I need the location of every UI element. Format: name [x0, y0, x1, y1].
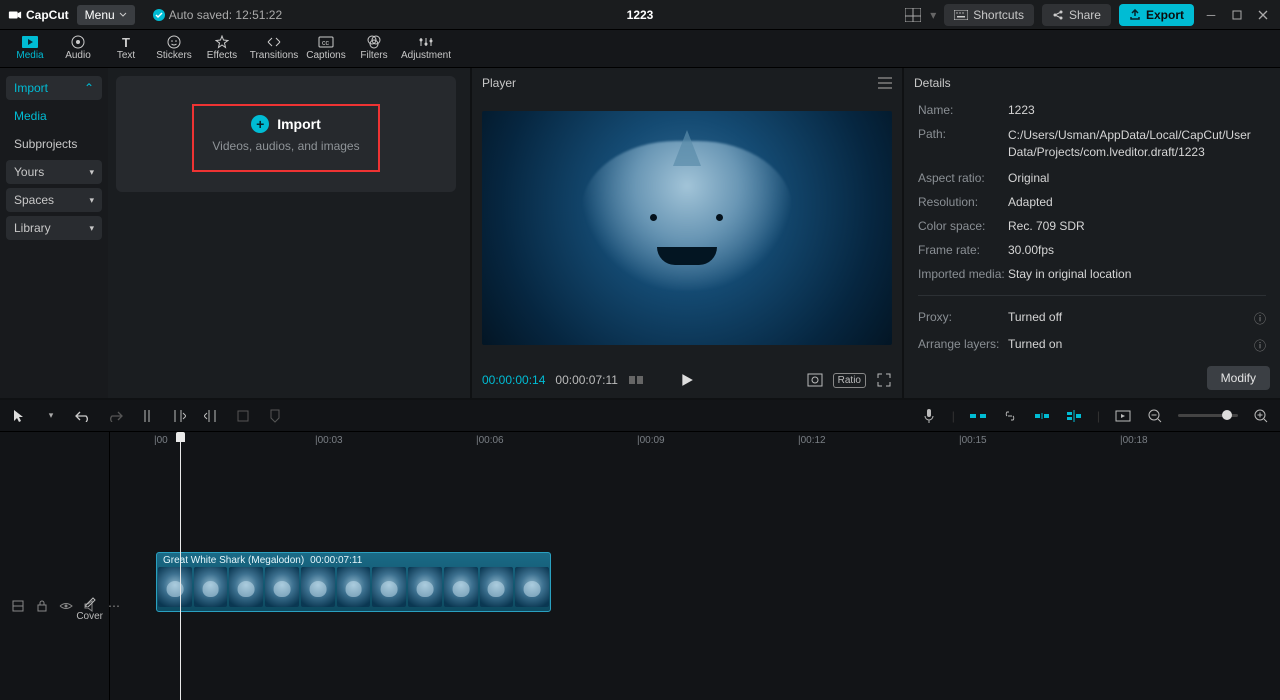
video-clip[interactable]: Great White Shark (Megalodon) 00:00:07:11: [156, 552, 551, 612]
tab-adjustment[interactable]: Adjustment: [398, 29, 454, 67]
info-icon[interactable]: ⓘ: [1254, 310, 1266, 327]
player-menu-icon[interactable]: [878, 77, 892, 89]
chevron-up-icon: ⌃: [84, 81, 94, 95]
clip-name: Great White Shark (Megalodon): [163, 555, 304, 566]
player-title: Player: [482, 76, 516, 90]
pointer-tool[interactable]: [10, 407, 28, 425]
tab-media[interactable]: Media: [6, 29, 54, 67]
timecode-duration: 00:00:07:11: [555, 373, 618, 387]
chevron-down-icon[interactable]: ▾: [42, 407, 60, 425]
pencil-icon[interactable]: [82, 593, 98, 609]
marker-tool: [266, 407, 284, 425]
export-button[interactable]: Export: [1119, 4, 1194, 26]
app-logo: CapCut: [8, 8, 69, 22]
link-icon[interactable]: [1001, 407, 1019, 425]
menu-button[interactable]: Menu: [77, 5, 135, 25]
minimize-button[interactable]: ─: [1202, 6, 1220, 24]
video-preview[interactable]: [482, 111, 892, 345]
chevron-down-icon: ▾: [89, 223, 94, 234]
lock-icon[interactable]: [34, 598, 50, 614]
detail-resolution: Adapted: [1008, 195, 1266, 209]
svg-text:cc: cc: [322, 40, 330, 47]
share-button[interactable]: Share: [1042, 4, 1111, 26]
detail-path: C:/Users/Usman/AppData/Local/CapCut/User…: [1008, 127, 1266, 161]
zoom-slider[interactable]: [1178, 414, 1238, 417]
detail-name: 1223: [1008, 103, 1266, 117]
magnet-icon[interactable]: [1033, 407, 1051, 425]
tab-stickers[interactable]: Stickers: [150, 29, 198, 67]
ratio-button[interactable]: Ratio: [833, 373, 866, 388]
details-panel: Details Name:1223 Path:C:/Users/Usman/Ap…: [904, 68, 1280, 400]
player-panel: Player 00:00:00:14 00:00:07:11 Ratio: [472, 68, 904, 400]
check-icon: [153, 9, 165, 21]
trim-left-tool[interactable]: [170, 407, 188, 425]
cover-label[interactable]: Cover: [76, 611, 103, 622]
tab-transitions[interactable]: Transitions: [246, 29, 302, 67]
eye-icon[interactable]: [58, 598, 74, 614]
autosave-status: Auto saved: 12:51:22: [153, 8, 282, 22]
play-button[interactable]: [680, 373, 694, 387]
side-yours[interactable]: Yours▾: [6, 160, 102, 184]
info-icon[interactable]: ⓘ: [1254, 337, 1266, 354]
zoom-in-button[interactable]: [1252, 407, 1270, 425]
redo-button[interactable]: [106, 407, 124, 425]
detail-aspect: Original: [1008, 171, 1266, 185]
timeline: ⋯ Cover |00 |00:03 |00:06 |00:09 |00:12 …: [0, 432, 1280, 700]
playhead[interactable]: [180, 432, 181, 700]
align-icon[interactable]: [1065, 407, 1083, 425]
tab-text[interactable]: TText: [102, 29, 150, 67]
ruler[interactable]: |00 |00:03 |00:06 |00:09 |00:12 |00:15 |…: [110, 432, 1280, 452]
details-title: Details: [914, 76, 951, 90]
mic-icon[interactable]: [920, 407, 938, 425]
chevron-down-icon: ▾: [89, 167, 94, 178]
side-spaces[interactable]: Spaces▾: [6, 188, 102, 212]
clip-duration: 00:00:07:11: [310, 555, 362, 566]
crop-tool: [234, 407, 252, 425]
trim-right-tool[interactable]: [202, 407, 220, 425]
detail-layers: Turned on: [1008, 337, 1254, 354]
timeline-toolbar: ▾ | |: [0, 400, 1280, 432]
detail-imported: Stay in original location: [1008, 267, 1266, 281]
shortcuts-button[interactable]: Shortcuts: [944, 4, 1034, 26]
side-media[interactable]: Media: [6, 104, 102, 128]
tab-filters[interactable]: Filters: [350, 29, 398, 67]
snap-icon[interactable]: [969, 407, 987, 425]
split-tool[interactable]: [138, 407, 156, 425]
layout-icon[interactable]: [904, 6, 922, 24]
snapshot-icon[interactable]: [807, 372, 823, 388]
side-library[interactable]: Library▾: [6, 216, 102, 240]
detail-proxy: Turned off: [1008, 310, 1254, 327]
detail-colorspace: Rec. 709 SDR: [1008, 219, 1266, 233]
undo-button[interactable]: [74, 407, 92, 425]
project-title: 1223: [627, 8, 654, 22]
close-button[interactable]: [1254, 6, 1272, 24]
highlight-box: [192, 104, 380, 172]
timeline-tracks[interactable]: |00 |00:03 |00:06 |00:09 |00:12 |00:15 |…: [110, 432, 1280, 700]
zoom-out-button[interactable]: [1146, 407, 1164, 425]
side-subprojects[interactable]: Subprojects: [6, 132, 102, 156]
fullscreen-icon[interactable]: [876, 372, 892, 388]
detail-framerate: 30.00fps: [1008, 243, 1266, 257]
timecode-current: 00:00:00:14: [482, 373, 545, 387]
top-tabs: Media Audio TText Stickers Effects Trans…: [0, 30, 1280, 68]
modify-button[interactable]: Modify: [1207, 366, 1270, 390]
tab-effects[interactable]: Effects: [198, 29, 246, 67]
preview-icon[interactable]: [1114, 407, 1132, 425]
compare-icon[interactable]: [628, 372, 644, 388]
import-dropzone[interactable]: + Import Videos, audios, and images: [116, 76, 456, 192]
tab-captions[interactable]: ccCaptions: [302, 29, 350, 67]
side-import[interactable]: Import⌃: [6, 76, 102, 100]
chevron-down-icon: ▾: [89, 195, 94, 206]
tab-audio[interactable]: Audio: [54, 29, 102, 67]
maximize-button[interactable]: [1228, 6, 1246, 24]
media-panel: Import⌃ Media Subprojects Yours▾ Spaces▾…: [0, 68, 472, 400]
collapse-icon[interactable]: [10, 598, 26, 614]
app-name: CapCut: [26, 8, 69, 22]
